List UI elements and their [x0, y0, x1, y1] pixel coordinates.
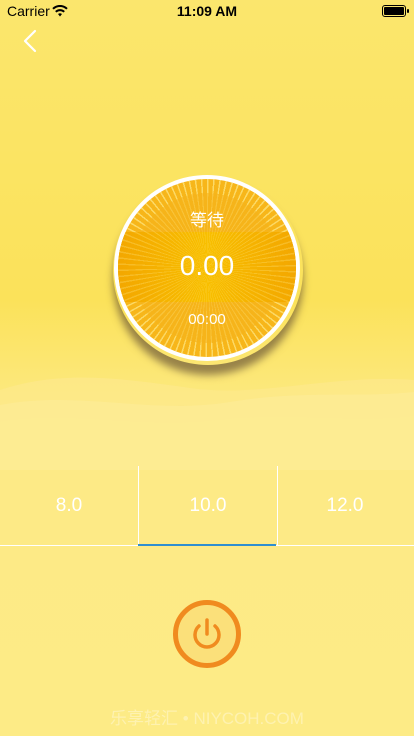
watermark: 乐享轻汇 • NIYCOH.COM	[110, 709, 304, 728]
back-button[interactable]	[18, 28, 44, 54]
dial-value: 0.00	[179, 250, 235, 281]
status-bar: Carrier 11:09 AM	[0, 0, 414, 22]
wave-decoration	[0, 377, 414, 470]
picker-option[interactable]: 8.0	[0, 466, 138, 546]
chevron-left-icon	[23, 29, 37, 53]
picker-option[interactable]: 12.0	[276, 466, 414, 546]
battery-icon	[382, 5, 409, 17]
picker-selection-indicator	[138, 544, 276, 546]
dial-status-label: 等待	[190, 211, 224, 230]
picker-option-selected[interactable]: 10.0	[138, 466, 278, 546]
power-button[interactable]	[173, 600, 241, 668]
dial-timer: 00:00	[188, 311, 226, 328]
status-time: 11:09 AM	[176, 3, 238, 19]
level-picker[interactable]: 8.0 10.0 12.0	[0, 466, 414, 546]
power-icon	[193, 618, 221, 649]
